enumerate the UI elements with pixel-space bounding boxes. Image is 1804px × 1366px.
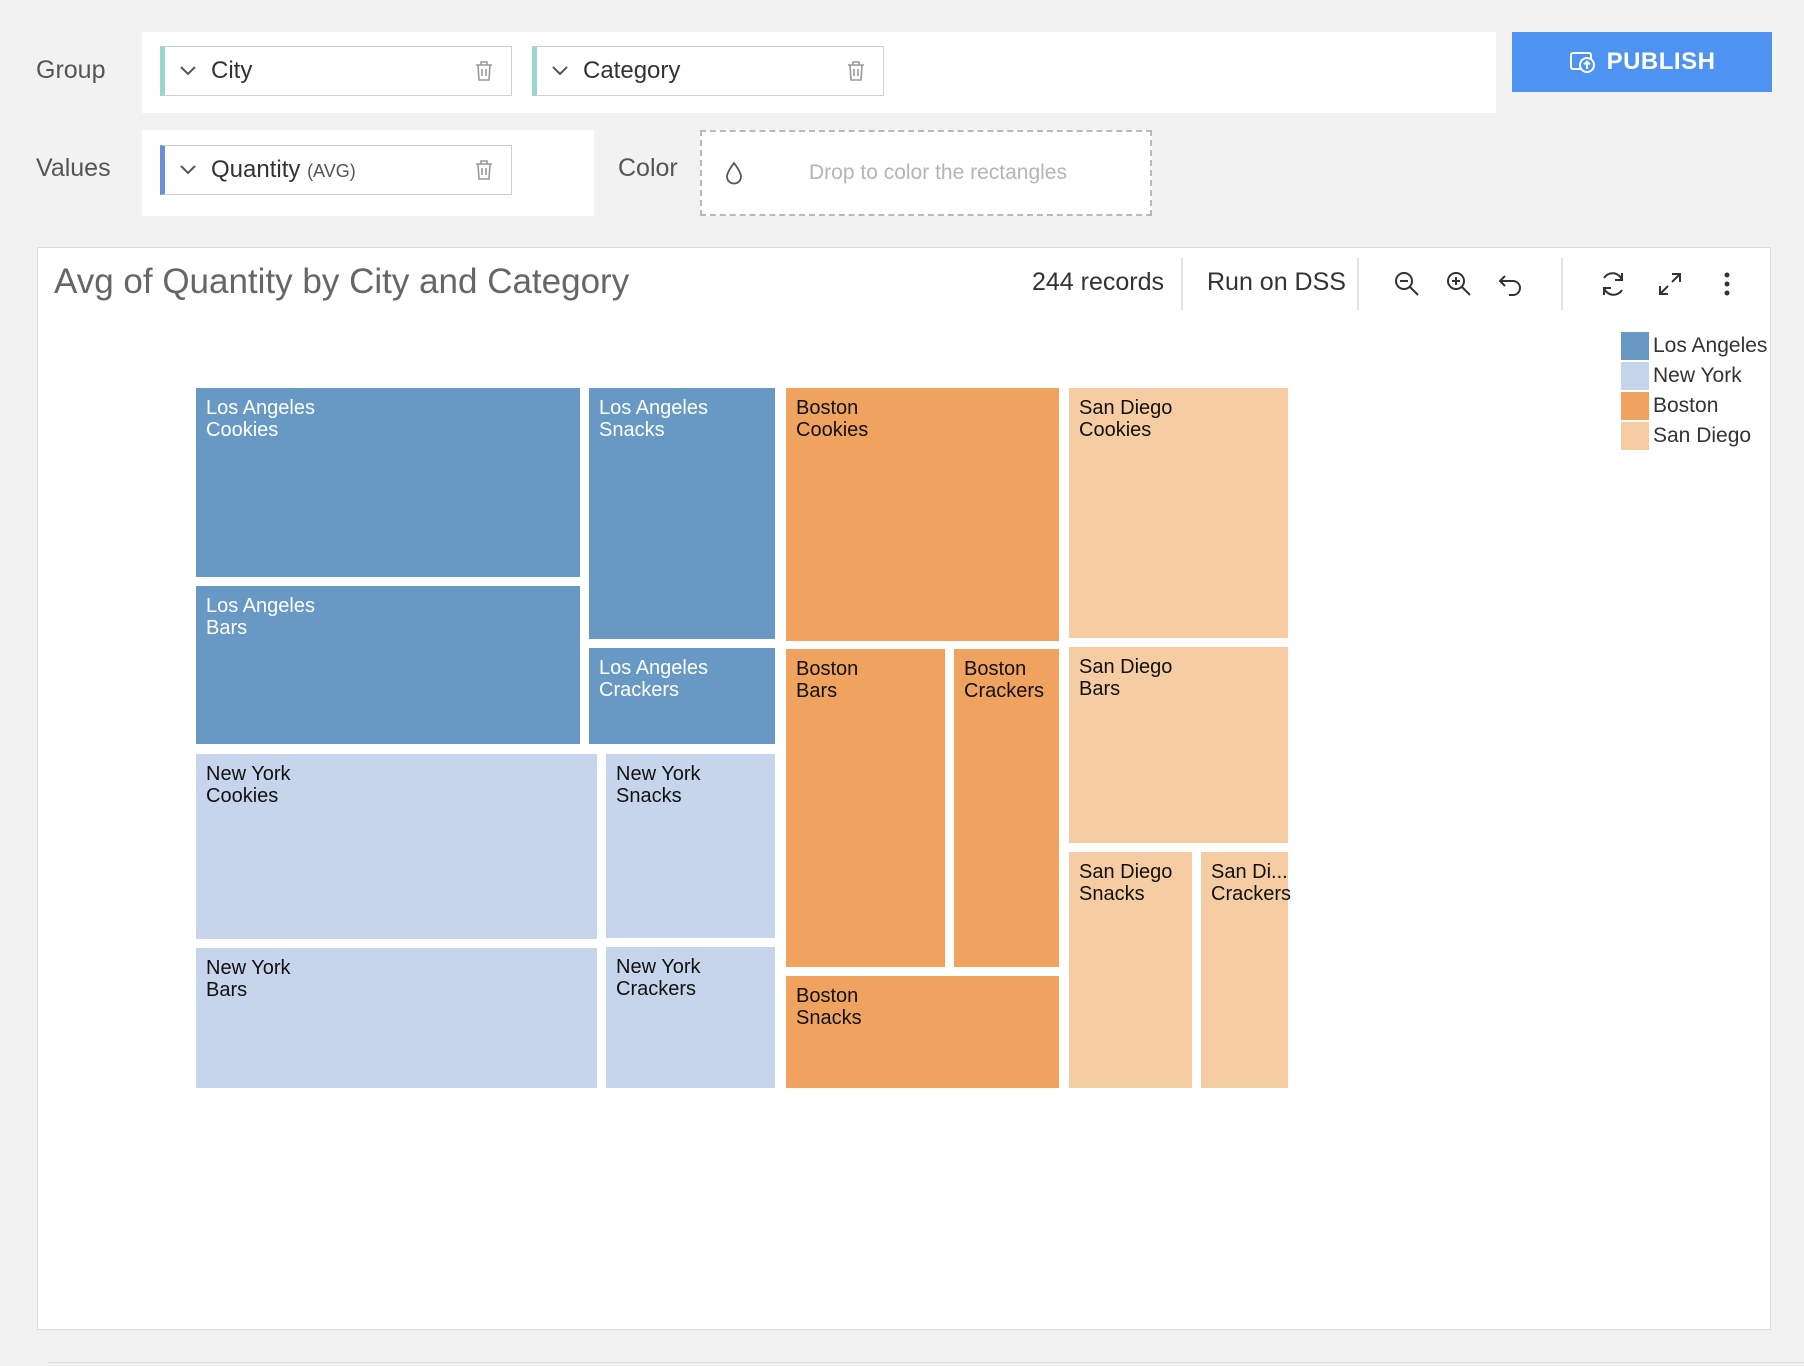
treemap-city-label: Boston (796, 658, 858, 680)
treemap-category-label: Snacks (599, 419, 665, 441)
treemap-city-label: San Diego (1079, 656, 1172, 678)
legend-swatch (1621, 362, 1649, 390)
value-field-aggregation: (AVG) (307, 161, 356, 181)
treemap-city-label: Los Angeles (599, 397, 708, 419)
treemap-category-label: Snacks (1079, 883, 1145, 905)
trash-icon[interactable] (457, 60, 511, 82)
treemap-category-label: Cookies (796, 419, 868, 441)
group-field-category[interactable]: Category (532, 46, 884, 96)
chart-container: Avg of Quantity by City and Category 244… (37, 247, 1771, 1330)
treemap-cell[interactable]: Los AngelesBars (196, 586, 580, 744)
treemap-cell[interactable]: Los AngelesCrackers (589, 648, 775, 744)
treemap-cell[interactable]: New YorkCrackers (606, 947, 775, 1088)
treemap-category-label: Cookies (206, 785, 278, 807)
treemap-city-label: San Diego (1079, 861, 1172, 883)
publish-label: PUBLISH (1606, 48, 1716, 75)
value-field-quantity[interactable]: Quantity (AVG) (160, 145, 512, 195)
group-field-label: Category (583, 57, 681, 84)
treemap-cell[interactable]: BostonBars (786, 649, 945, 967)
treemap-city-label: New York (206, 957, 291, 979)
treemap-city-label: Boston (796, 397, 858, 419)
legend-swatch (1621, 332, 1649, 360)
legend-label: Los Angeles (1653, 334, 1768, 357)
chevron-down-icon[interactable] (165, 65, 211, 77)
value-field-name: Quantity (211, 156, 301, 183)
treemap-cell[interactable]: Los AngelesCookies (196, 388, 580, 577)
treemap-category-label: Bars (206, 979, 247, 1001)
treemap-cell[interactable]: BostonSnacks (786, 976, 1059, 1088)
values-label: Values (36, 154, 111, 182)
divider (48, 1362, 1804, 1363)
trash-icon[interactable] (829, 60, 883, 82)
chevron-down-icon[interactable] (537, 65, 583, 77)
trash-icon[interactable] (457, 159, 511, 181)
treemap-category-label: Bars (796, 680, 837, 702)
legend: Los Angeles New York Boston San Diego (1621, 331, 1767, 451)
color-dropzone[interactable]: Drop to color the rectangles (700, 130, 1152, 216)
legend-label: Boston (1653, 394, 1719, 417)
droplet-icon (702, 161, 766, 185)
treemap-cell[interactable]: New YorkBars (196, 948, 597, 1088)
treemap-cell[interactable]: New YorkCookies (196, 754, 597, 939)
group-label: Group (36, 56, 106, 84)
treemap-category-label: Bars (1079, 678, 1120, 700)
legend-item[interactable]: Los Angeles (1621, 331, 1767, 361)
treemap-cell[interactable]: San DiegoBars (1069, 647, 1288, 843)
treemap-chart: Los AngelesCookiesLos AngelesSnacksLos A… (196, 388, 1291, 1088)
treemap-category-label: Snacks (616, 785, 682, 807)
legend-item[interactable]: Boston (1621, 391, 1767, 421)
treemap-city-label: Boston (964, 658, 1026, 680)
color-label: Color (618, 154, 678, 182)
treemap-category-label: Cookies (206, 419, 278, 441)
treemap-category-label: Cookies (1079, 419, 1151, 441)
treemap-category-label: Crackers (1211, 883, 1291, 905)
treemap-cell[interactable]: BostonCookies (786, 388, 1059, 641)
group-field-city[interactable]: City (160, 46, 512, 96)
treemap-city-label: New York (616, 956, 701, 978)
group-field-label: City (211, 57, 253, 84)
legend-item[interactable]: New York (1621, 361, 1767, 391)
legend-swatch (1621, 422, 1649, 450)
publish-button[interactable]: PUBLISH (1512, 32, 1772, 92)
treemap-city-label: Los Angeles (599, 657, 708, 679)
treemap-category-label: Crackers (616, 978, 696, 1000)
treemap-city-label: Boston (796, 985, 858, 1007)
treemap-city-label: Los Angeles (206, 397, 315, 419)
treemap-city-label: San Di... (1211, 861, 1288, 883)
treemap-cell[interactable]: San DiegoCookies (1069, 388, 1288, 638)
treemap-cell[interactable]: New YorkSnacks (606, 754, 775, 938)
chevron-down-icon[interactable] (165, 164, 211, 176)
legend-label: New York (1653, 364, 1742, 387)
legend-swatch (1621, 392, 1649, 420)
treemap-category-label: Crackers (599, 679, 679, 701)
treemap-cell[interactable]: BostonCrackers (954, 649, 1059, 967)
legend-item[interactable]: San Diego (1621, 421, 1767, 451)
treemap-cell[interactable]: San DiegoSnacks (1069, 852, 1192, 1088)
color-dropzone-placeholder: Drop to color the rectangles (809, 161, 1067, 184)
treemap-category-label: Crackers (964, 680, 1044, 702)
treemap-city-label: New York (616, 763, 701, 785)
treemap-cell[interactable]: Los AngelesSnacks (589, 388, 775, 639)
treemap-city-label: Los Angeles (206, 595, 315, 617)
treemap-city-label: New York (206, 763, 291, 785)
treemap-category-label: Bars (206, 617, 247, 639)
treemap-category-label: Snacks (796, 1007, 862, 1029)
legend-label: San Diego (1653, 424, 1752, 447)
treemap-city-label: San Diego (1079, 397, 1172, 419)
value-field-label: Quantity (AVG) (211, 156, 457, 184)
publish-icon (1569, 50, 1597, 74)
treemap-cell[interactable]: San Di...Crackers (1201, 852, 1291, 1088)
